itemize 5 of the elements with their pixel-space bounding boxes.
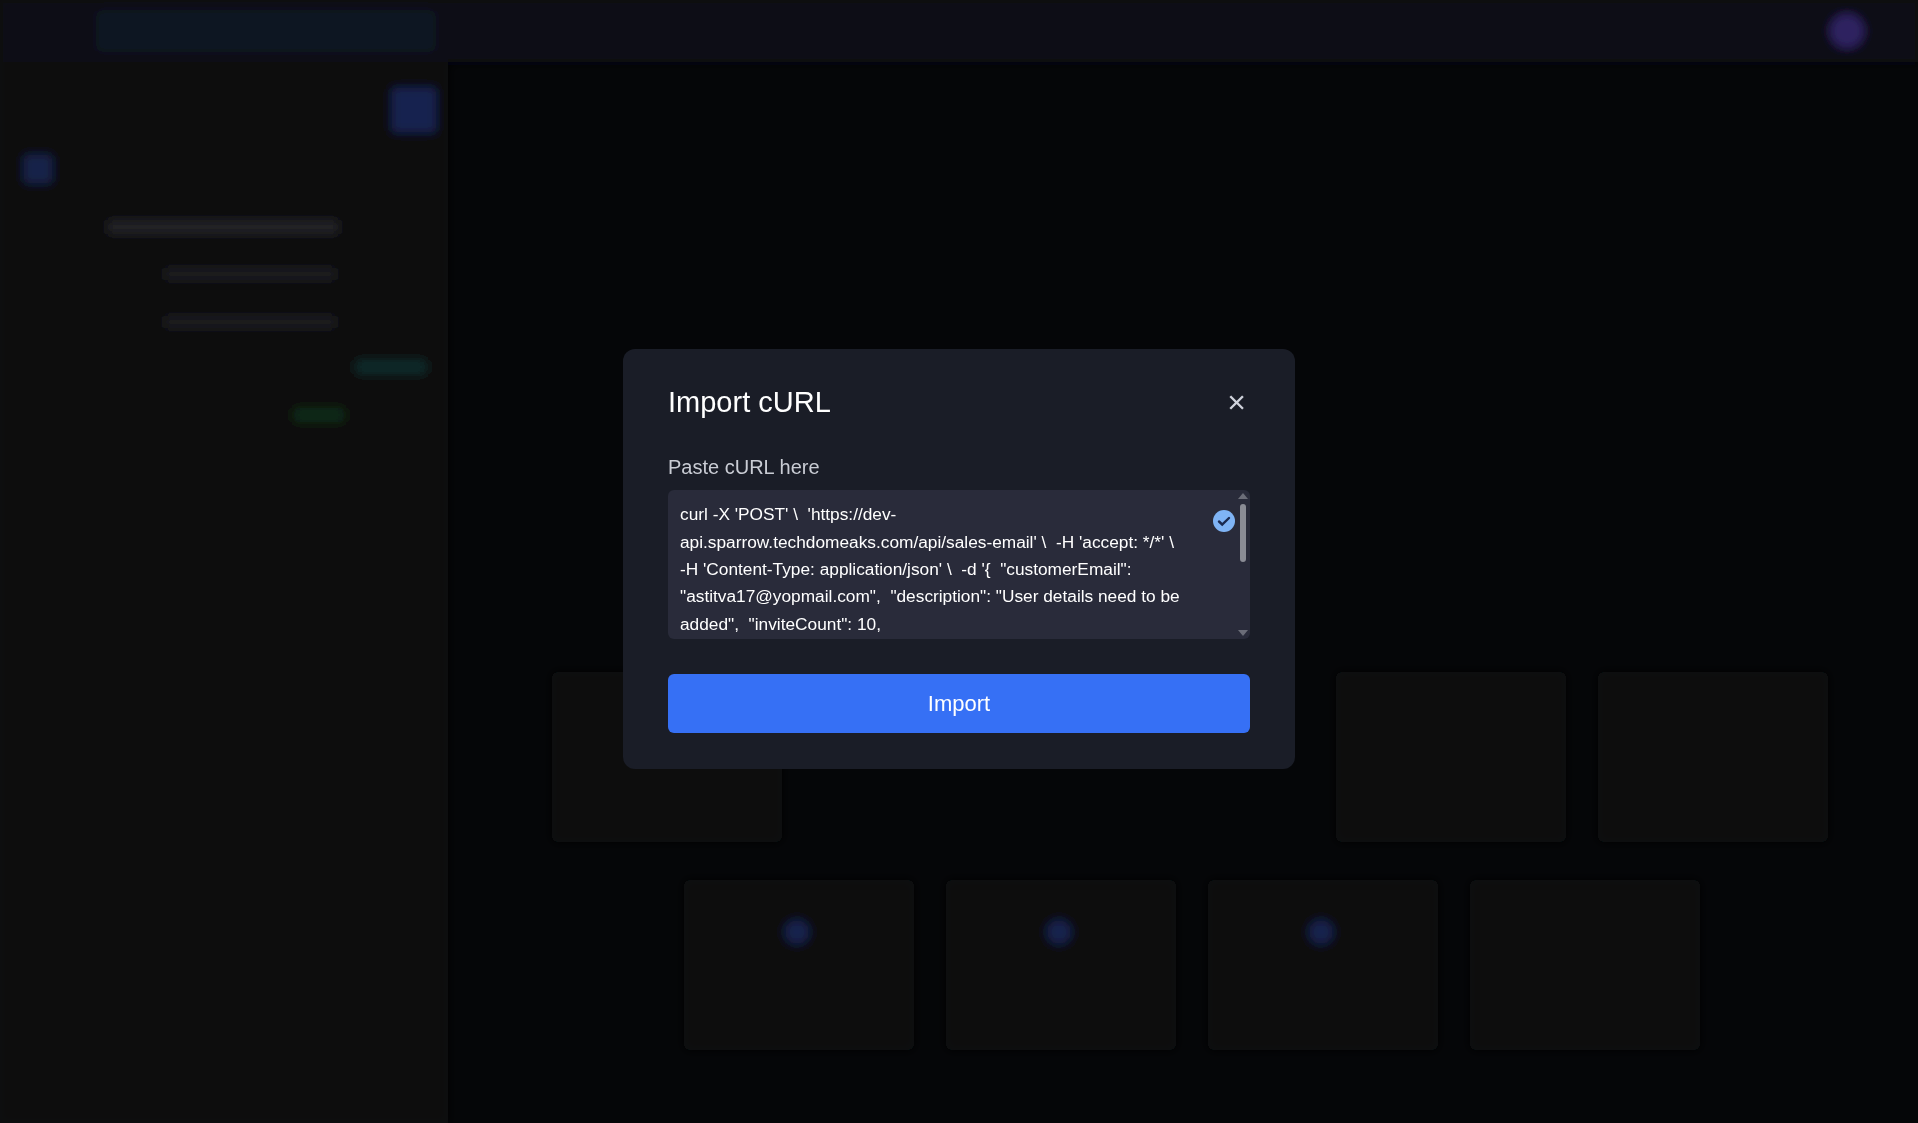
import-button[interactable]: Import bbox=[668, 674, 1250, 734]
close-button[interactable]: × bbox=[1223, 386, 1250, 418]
curl-input-field[interactable]: curl -X 'POST' \ 'https://dev-api.sparrow.techdomeaks.com/api/sales-email' \ -H 'accept: */*' \ -H 'Content-Type: application/json' \ -d '{ "customerEmail": "astitva17@yopmail.com", "description": "User details need to be added", "inviteCount": 10, bbox=[668, 490, 1250, 640]
field-label: Paste cURL here bbox=[668, 455, 821, 481]
dialog-title: Import cURL bbox=[668, 384, 831, 420]
